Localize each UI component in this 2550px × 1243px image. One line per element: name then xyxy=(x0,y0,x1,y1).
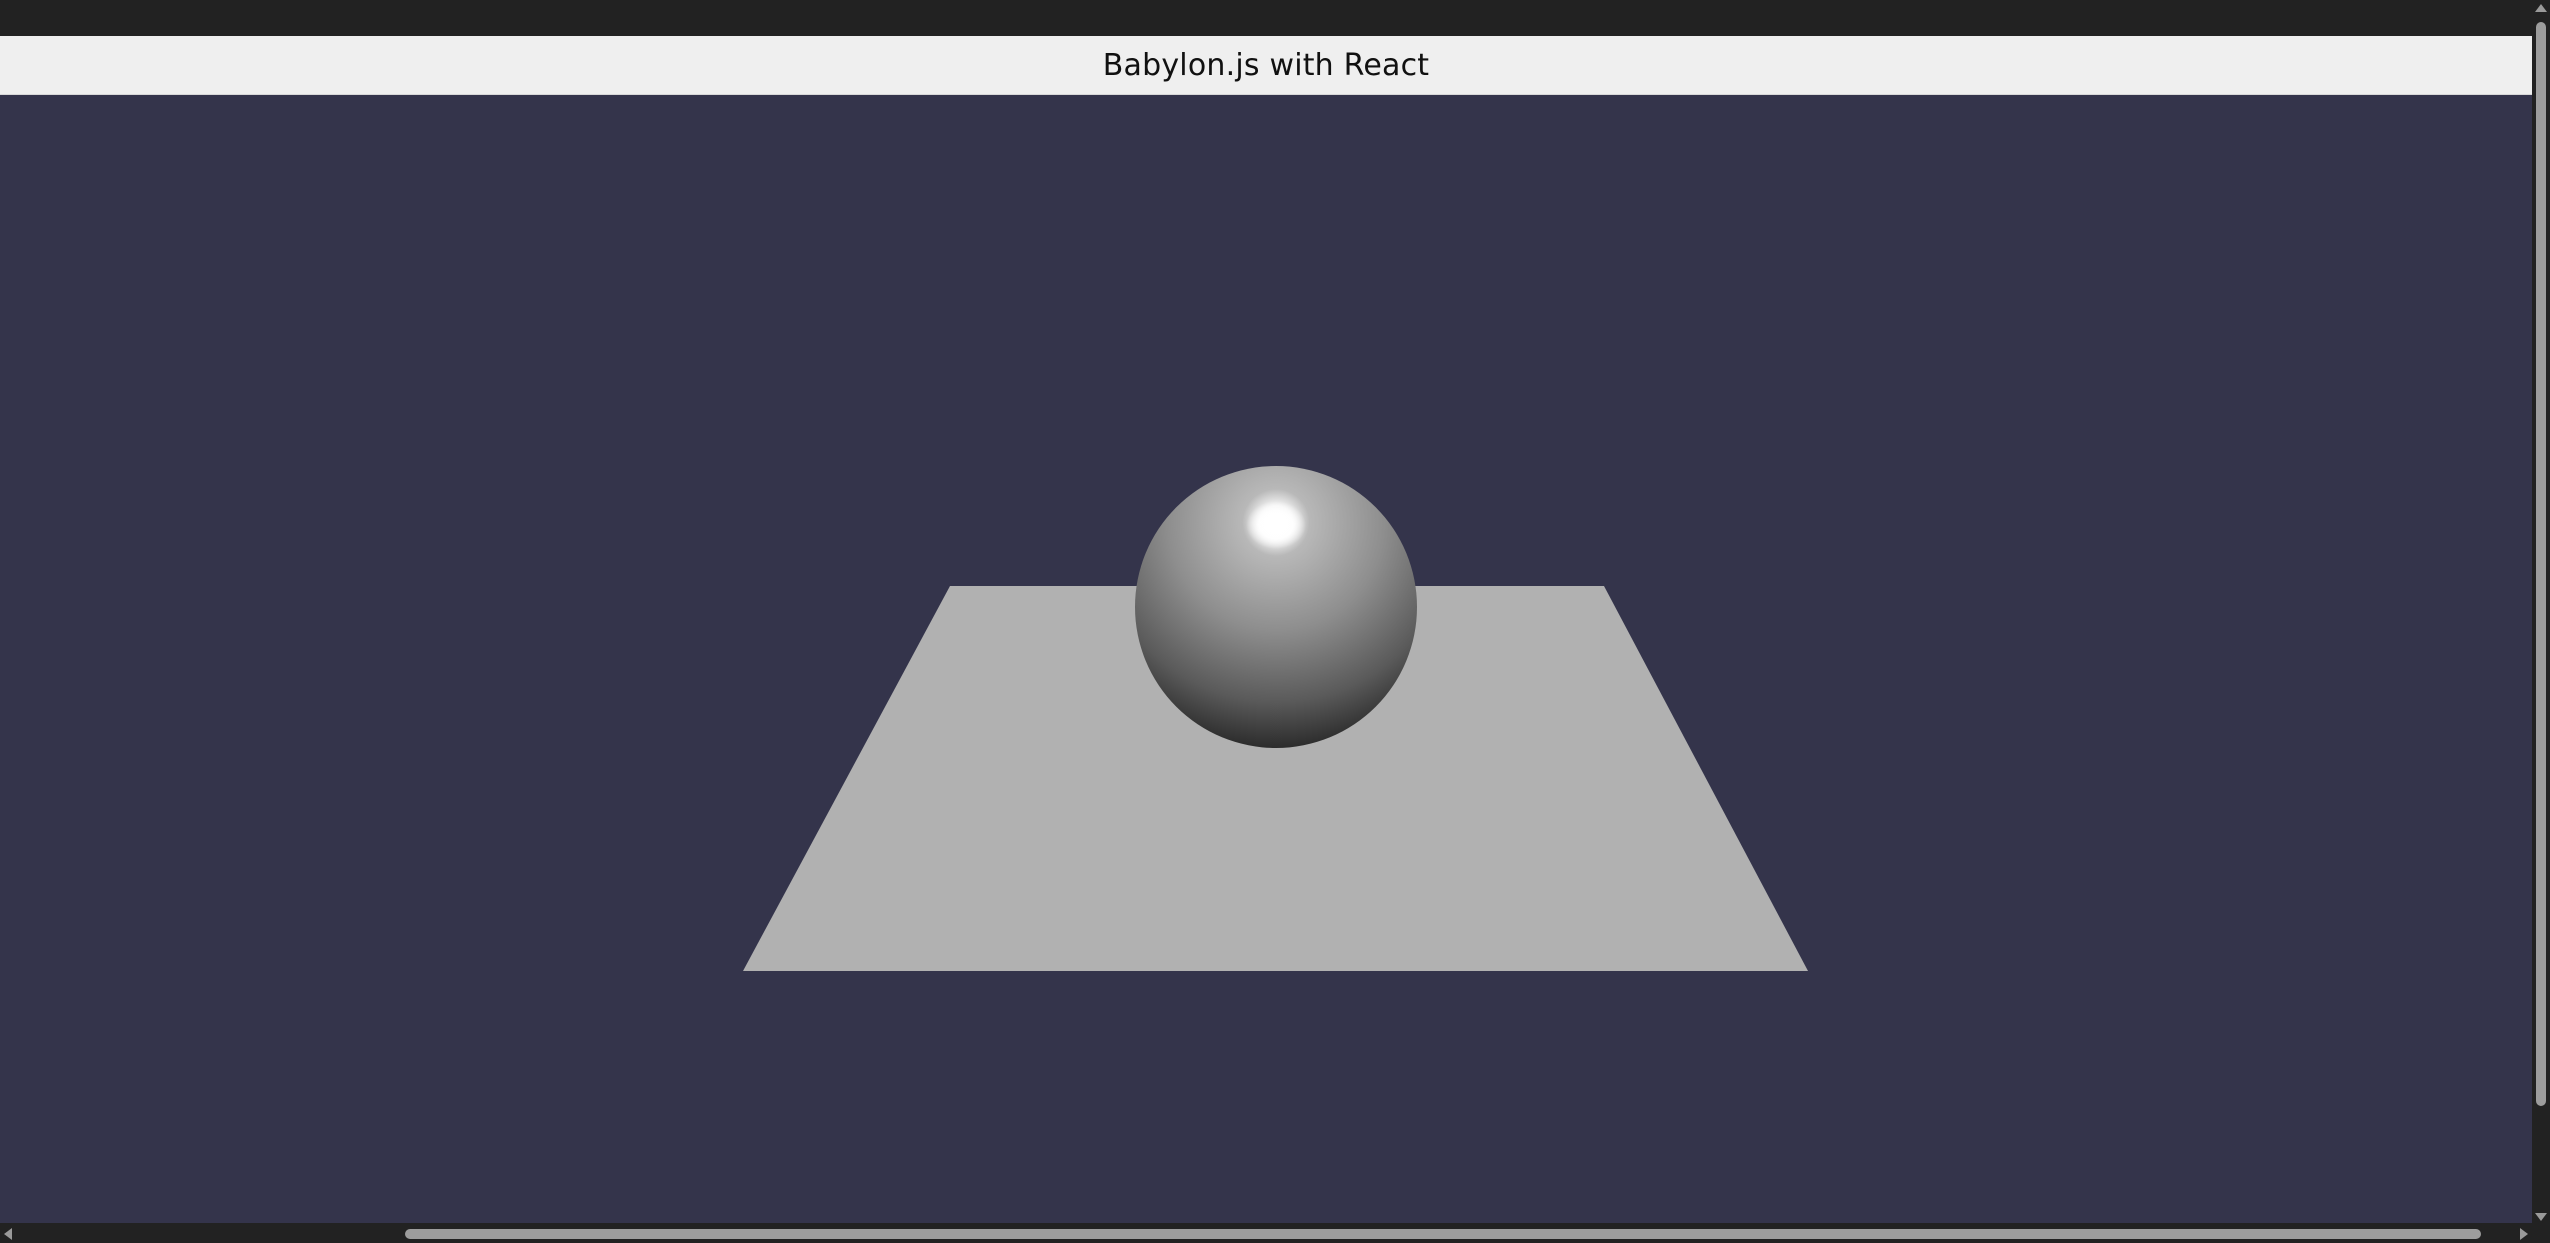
chevron-right-icon[interactable] xyxy=(2520,1228,2528,1240)
page-title: Babylon.js with React xyxy=(1102,47,1430,83)
horizontal-scroll-thumb[interactable] xyxy=(405,1229,2481,1239)
chevron-up-icon[interactable] xyxy=(2535,4,2547,12)
vertical-scrollbar[interactable] xyxy=(2532,0,2550,1225)
scrollbar-corner xyxy=(2532,1225,2550,1243)
page-header: Babylon.js with React xyxy=(0,36,2532,95)
horizontal-scrollbar[interactable] xyxy=(0,1225,2532,1243)
chevron-down-icon[interactable] xyxy=(2535,1213,2547,1221)
sphere-specular-highlight xyxy=(1246,501,1306,549)
babylon-render-canvas[interactable] xyxy=(0,95,2532,1223)
chevron-left-icon[interactable] xyxy=(4,1228,12,1240)
scene-svg xyxy=(743,466,1808,971)
browser-top-strip xyxy=(0,0,2550,36)
vertical-scroll-thumb[interactable] xyxy=(2536,22,2546,1106)
